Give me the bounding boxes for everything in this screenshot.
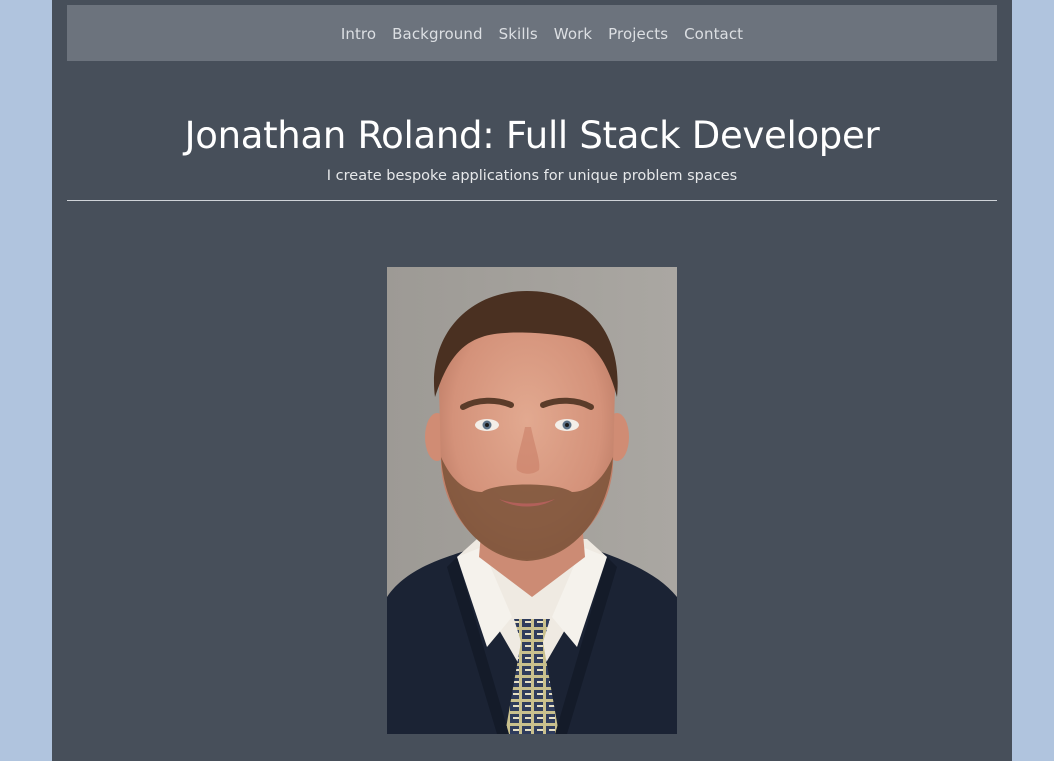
page-subtitle: I create bespoke applications for unique…: [326, 168, 738, 184]
nav-link-contact[interactable]: Contact: [684, 25, 743, 43]
nav-links: Intro Background Skills Work Projects Co…: [341, 24, 743, 43]
profile-photo: [387, 267, 677, 734]
navbar: Intro Background Skills Work Projects Co…: [67, 5, 997, 61]
nav-link-work[interactable]: Work: [554, 25, 592, 43]
headshot-illustration: [387, 267, 677, 734]
nav-link-skills[interactable]: Skills: [499, 25, 538, 43]
page-header: Jonathan Roland: Full Stack Developer I …: [67, 110, 997, 186]
page-title: Jonathan Roland: Full Stack Developer: [184, 114, 880, 157]
nav-link-projects[interactable]: Projects: [608, 25, 668, 43]
header-divider: [67, 200, 997, 201]
nav-link-background[interactable]: Background: [392, 25, 483, 43]
page-container: Intro Background Skills Work Projects Co…: [52, 0, 1012, 761]
nav-link-intro[interactable]: Intro: [341, 25, 376, 43]
